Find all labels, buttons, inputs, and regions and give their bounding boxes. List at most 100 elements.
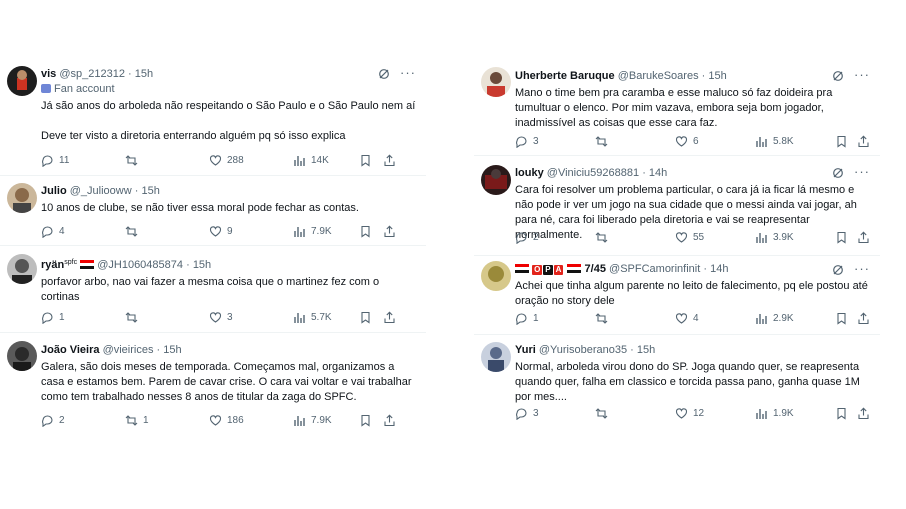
like-button[interactable]: 6 — [675, 133, 699, 149]
display-name[interactable]: Yuri — [515, 344, 536, 356]
grok-icon[interactable] — [378, 68, 390, 80]
tweet-card[interactable]: OPA 7/45 @SPFCamorinfinit · 14h Achei qu… — [474, 256, 880, 334]
timestamp[interactable]: 15h — [708, 70, 726, 82]
retweet-button[interactable] — [125, 152, 143, 168]
reply-button[interactable]: 2 — [515, 229, 539, 245]
user-handle[interactable]: @Yurisoberano35 — [539, 344, 627, 356]
user-handle[interactable]: @vieirices — [103, 344, 154, 356]
views-button[interactable]: 5.8K — [755, 133, 794, 149]
bookmark-button[interactable] — [835, 133, 848, 149]
display-name[interactable]: vis — [41, 68, 56, 80]
timestamp[interactable]: 15h — [141, 185, 159, 197]
bookmark-button[interactable] — [359, 309, 372, 325]
like-button[interactable]: 9 — [209, 223, 233, 239]
retweet-button[interactable] — [595, 310, 613, 326]
user-handle[interactable]: @_Juliooww — [70, 185, 132, 197]
retweet-button[interactable] — [595, 133, 613, 149]
tweet-card[interactable]: louky @Viniciu59268881 · 14h Cara foi re… — [474, 156, 880, 255]
user-handle[interactable]: @SPFCamorinfinit — [609, 263, 700, 275]
avatar[interactable] — [7, 66, 37, 96]
reply-button[interactable]: 1 — [41, 309, 65, 325]
grok-icon[interactable] — [832, 167, 844, 179]
more-options-icon[interactable]: ··· — [400, 65, 416, 80]
avatar[interactable] — [481, 67, 511, 97]
display-name[interactable]: ryän — [41, 259, 64, 271]
bookmark-button[interactable] — [835, 229, 848, 245]
user-handle[interactable]: @sp_212312 — [59, 68, 125, 80]
like-button[interactable]: 186 — [209, 412, 244, 428]
display-name[interactable]: Uherberte Baruque — [515, 70, 615, 82]
views-button[interactable]: 3.9K — [755, 229, 794, 245]
views-button[interactable]: 14K — [293, 152, 329, 168]
tweet-card[interactable]: Yuri @Yurisoberano35 · 15h Normal, arbol… — [474, 335, 880, 427]
like-button[interactable]: 55 — [675, 229, 704, 245]
retweet-button[interactable] — [125, 309, 143, 325]
tweet-card[interactable]: vis @sp_212312 · 15h Fan account Já são … — [0, 57, 426, 175]
reply-button[interactable]: 3 — [515, 405, 539, 421]
grok-icon[interactable] — [832, 70, 844, 82]
display-name[interactable]: Julio — [41, 185, 67, 197]
user-handle[interactable]: @JH1060485874 — [97, 259, 183, 271]
more-options-icon[interactable]: ··· — [854, 164, 870, 179]
separator-dot: · — [642, 167, 646, 179]
retweet-button[interactable] — [595, 405, 613, 421]
grok-icon[interactable] — [832, 264, 844, 276]
views-button[interactable]: 7.9K — [293, 223, 332, 239]
avatar[interactable] — [7, 183, 37, 213]
timestamp[interactable]: 15h — [163, 344, 181, 356]
share-button[interactable] — [857, 310, 870, 326]
share-button[interactable] — [383, 412, 396, 428]
views-button[interactable]: 2.9K — [755, 310, 794, 326]
like-button[interactable]: 12 — [675, 405, 704, 421]
more-options-icon[interactable]: ··· — [854, 67, 870, 82]
views-icon — [756, 136, 767, 147]
reply-button[interactable]: 11 — [41, 152, 69, 168]
bookmark-button[interactable] — [359, 412, 372, 428]
views-button[interactable]: 5.7K — [293, 309, 332, 325]
display-name[interactable]: 7/45 — [585, 263, 606, 275]
timestamp[interactable]: 14h — [710, 263, 728, 275]
bookmark-button[interactable] — [835, 405, 848, 421]
bookmark-button[interactable] — [835, 310, 848, 326]
display-name[interactable]: louky — [515, 167, 544, 179]
share-button[interactable] — [383, 309, 396, 325]
timestamp[interactable]: 15h — [135, 68, 153, 80]
reply-button[interactable]: 4 — [41, 223, 65, 239]
avatar[interactable] — [481, 342, 511, 372]
display-name[interactable]: João Vieira — [41, 344, 100, 356]
timestamp[interactable]: 15h — [193, 259, 211, 271]
share-button[interactable] — [857, 405, 870, 421]
like-button[interactable]: 288 — [209, 152, 244, 168]
reply-button[interactable]: 2 — [41, 412, 65, 428]
tweet-card[interactable]: Uherberte Baruque @BarukeSoares · 15h Ma… — [474, 57, 880, 155]
like-button[interactable]: 4 — [675, 310, 699, 326]
retweet-button[interactable] — [595, 229, 613, 245]
more-options-icon[interactable]: ··· — [854, 261, 870, 276]
tweet-card[interactable]: Julio @_Juliooww · 15h 10 anos de clube,… — [0, 176, 426, 245]
timestamp[interactable]: 15h — [637, 344, 655, 356]
share-button[interactable] — [857, 229, 870, 245]
reply-button[interactable]: 3 — [515, 133, 539, 149]
bookmark-button[interactable] — [359, 223, 372, 239]
timestamp[interactable]: 14h — [649, 167, 667, 179]
retweet-button[interactable] — [125, 223, 143, 239]
user-handle[interactable]: @Viniciu59268881 — [547, 167, 639, 179]
action-bar: 3 6 5.8K — [515, 133, 872, 149]
tweet-card[interactable]: ryänspfc @JH1060485874 · 15h porfavor ar… — [0, 246, 426, 332]
views-button[interactable]: 1.9K — [755, 405, 794, 421]
views-button[interactable]: 7.9K — [293, 412, 332, 428]
reply-button[interactable]: 1 — [515, 310, 539, 326]
bookmark-button[interactable] — [359, 152, 372, 168]
avatar[interactable] — [7, 341, 37, 371]
share-button[interactable] — [383, 223, 396, 239]
user-handle[interactable]: @BarukeSoares — [618, 70, 699, 82]
share-button[interactable] — [857, 133, 870, 149]
avatar[interactable] — [481, 165, 511, 195]
avatar[interactable] — [7, 254, 37, 284]
retweet-button[interactable]: 1 — [125, 412, 149, 428]
avatar[interactable] — [481, 261, 511, 291]
like-button[interactable]: 3 — [209, 309, 233, 325]
tweet-card[interactable]: João Vieira @vieirices · 15h Galera, são… — [0, 333, 426, 433]
views-icon — [294, 312, 305, 323]
share-button[interactable] — [383, 152, 396, 168]
